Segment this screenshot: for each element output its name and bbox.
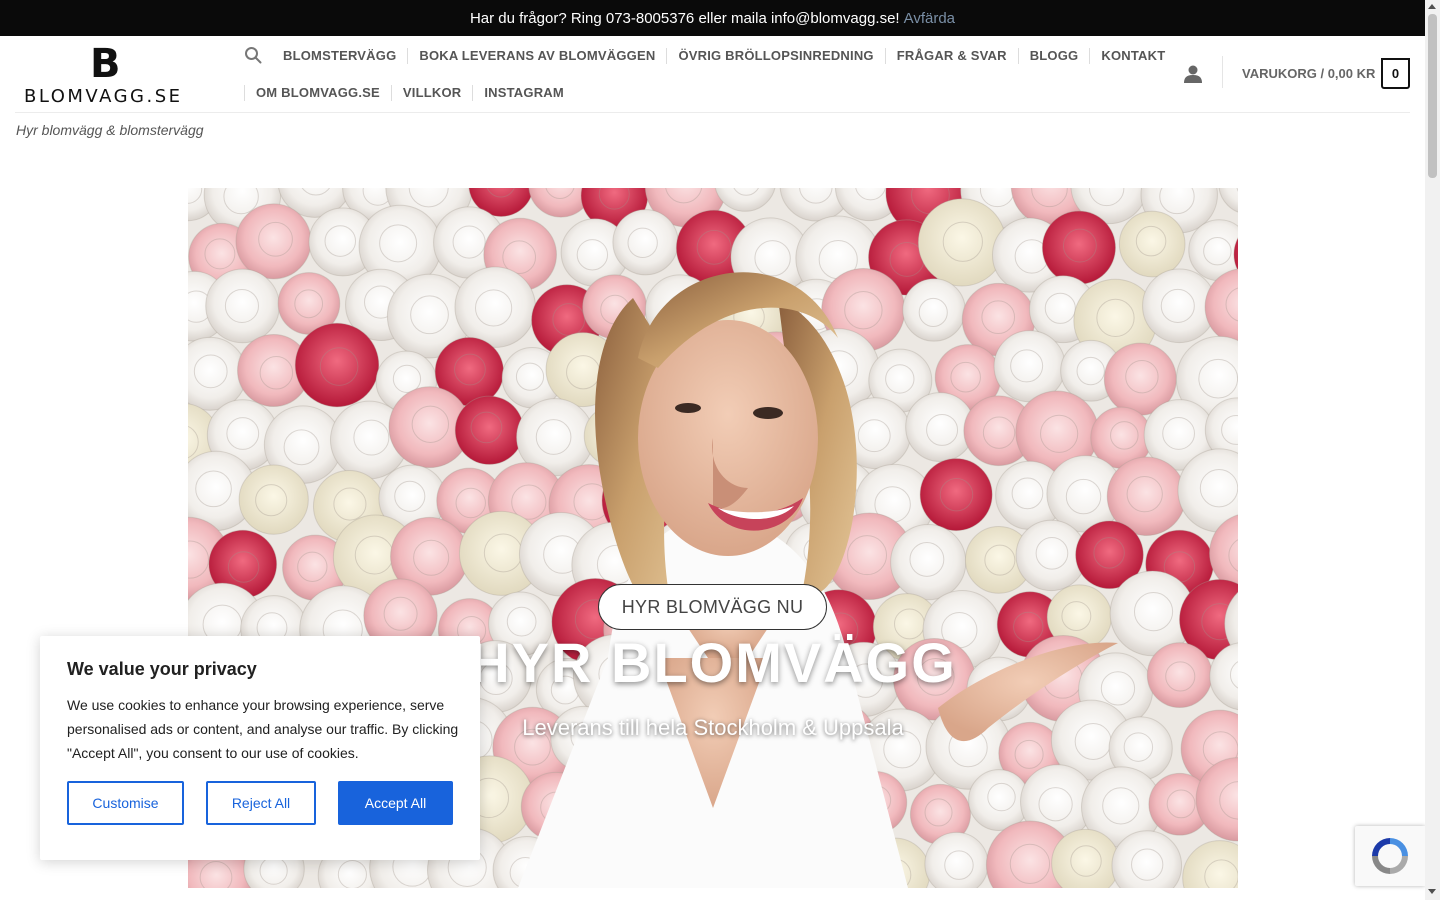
flower-decoration — [917, 198, 1007, 287]
nav-item-blogg[interactable]: BLOGG — [1017, 48, 1090, 64]
dismiss-link[interactable]: Avfärda — [904, 10, 955, 27]
customise-button[interactable]: Customise — [67, 781, 184, 825]
recaptcha-icon — [1372, 838, 1408, 874]
cart-count-badge[interactable]: 0 — [1381, 58, 1410, 89]
site-logo[interactable]: B BLOMVAGG.SE — [24, 41, 184, 107]
main-nav-row-2: OM BLOMVAGG.SE VILLKOR INSTAGRAM — [244, 85, 575, 101]
flower-decoration — [294, 322, 380, 408]
nav-item-om-blomvagg[interactable]: OM BLOMVAGG.SE — [244, 85, 391, 101]
scroll-up-arrow-icon[interactable] — [1428, 4, 1436, 9]
logo-text: BLOMVAGG.SE — [24, 86, 183, 107]
cart-link[interactable]: VARUKORG / 0,00 KR — [1242, 66, 1375, 81]
flower-decoration — [902, 278, 966, 342]
scrollbar-thumb[interactable] — [1428, 14, 1437, 178]
search-icon[interactable] — [244, 46, 262, 64]
user-icon[interactable] — [1183, 64, 1203, 84]
flower-decoration — [238, 464, 309, 535]
cookie-description: We use cookies to enhance your browsing … — [67, 697, 459, 761]
cookie-consent-banner: We value your privacy We use cookies to … — [40, 636, 480, 860]
nav-item-kontakt[interactable]: KONTAKT — [1089, 48, 1176, 64]
flower-decoration — [454, 266, 536, 348]
flower-decoration — [235, 203, 312, 280]
nav-item-instagram[interactable]: INSTAGRAM — [472, 85, 575, 101]
header-divider — [1222, 56, 1223, 88]
flower-decoration — [454, 395, 524, 465]
header-divider-line — [15, 112, 1410, 113]
nav-item-blomstervagg[interactable]: BLOMSTERVÄGG — [272, 48, 407, 64]
page-tagline: Hyr blomvägg & blomstervägg — [16, 122, 204, 138]
scroll-down-arrow-icon[interactable] — [1428, 889, 1436, 894]
recaptcha-badge[interactable] — [1355, 826, 1425, 886]
hero-cta-button[interactable]: HYR BLOMVÄGG NU — [598, 584, 827, 630]
reject-all-button[interactable]: Reject All — [206, 781, 316, 825]
accept-all-button[interactable]: Accept All — [338, 781, 453, 825]
flower-decoration — [612, 209, 679, 276]
notice-message: Har du frågor? Ring 073-8005376 eller ma… — [469, 9, 900, 27]
flower-decoration — [919, 458, 993, 532]
nav-item-boka-leverans[interactable]: BOKA LEVERANS AV BLOMVÄGGEN — [407, 48, 666, 64]
flower-decoration — [1041, 210, 1116, 285]
top-notice-bar: Har du frågor? Ring 073-8005376 eller ma… — [0, 0, 1425, 36]
site-header: B BLOMVAGG.SE BLOMSTERVÄGG BOKA LEVERANS… — [0, 36, 1425, 112]
logo-mark: B — [90, 41, 120, 87]
nav-item-ovrig-brollopsinredning[interactable]: ÖVRIG BRÖLLOPSINREDNING — [666, 48, 884, 64]
flower-decoration — [205, 268, 280, 344]
flower-decoration — [890, 524, 967, 601]
nav-item-villkor[interactable]: VILLKOR — [390, 85, 472, 101]
main-nav-row-1: BLOMSTERVÄGG BOKA LEVERANS AV BLOMVÄGGEN… — [272, 48, 1176, 64]
flower-decoration — [1118, 210, 1186, 278]
page-scrollbar[interactable] — [1425, 0, 1440, 900]
nav-item-fragar-svar[interactable]: FRÅGAR & SVAR — [884, 48, 1018, 64]
cookie-title: We value your privacy — [67, 659, 257, 679]
